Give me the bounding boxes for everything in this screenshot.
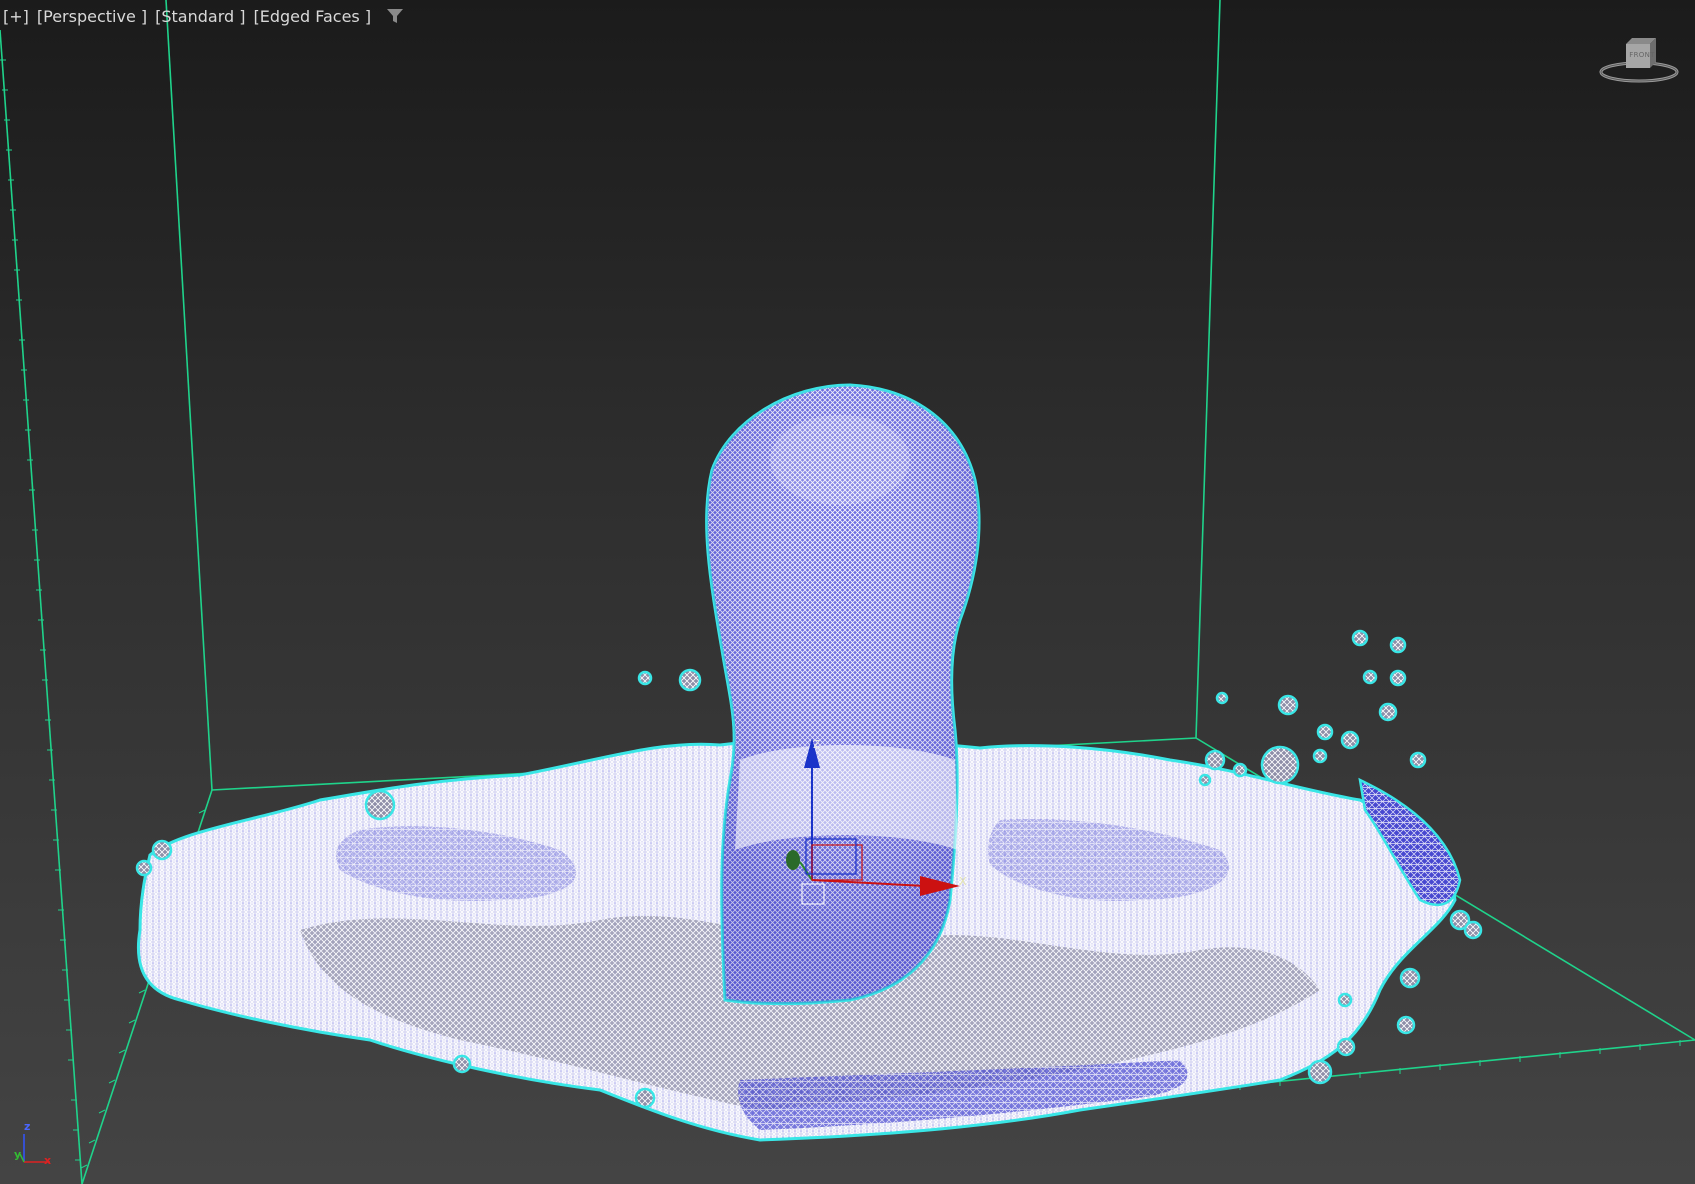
viewport-shading-mode-menu[interactable]: [Standard ] (154, 7, 246, 26)
filter-funnel-icon[interactable] (386, 7, 404, 25)
scene-canvas[interactable]: Z X (0, 0, 1695, 1184)
viewport-label-menu: [+] [Perspective ] [Standard ] [Edged Fa… (2, 4, 404, 28)
world-axis-y-label: y (14, 1148, 22, 1161)
viewport-general-menu[interactable]: [+] (2, 7, 30, 26)
world-axis-icon (19, 1134, 50, 1163)
world-axis-tripod: z x y (14, 1120, 64, 1170)
viewport-point-of-view-menu[interactable]: [Perspective ] (36, 7, 148, 26)
viewcube-face-label: FRONT (1629, 51, 1655, 59)
head-wireframe-mesh (705, 383, 981, 1006)
perspective-viewport[interactable]: Z X [+] [Perspective ] [Standard ] [Edge… (0, 0, 1695, 1184)
viewcube[interactable]: FRONT (1596, 34, 1682, 90)
gizmo-z-label: Z (813, 738, 821, 751)
viewcube-icon (1599, 38, 1679, 83)
world-axis-x-label: x (44, 1154, 52, 1167)
world-axis-z-label: z (24, 1120, 31, 1133)
viewport-display-method-menu[interactable]: [Edged Faces ] (252, 7, 372, 26)
gizmo-x-label: X (959, 875, 967, 888)
